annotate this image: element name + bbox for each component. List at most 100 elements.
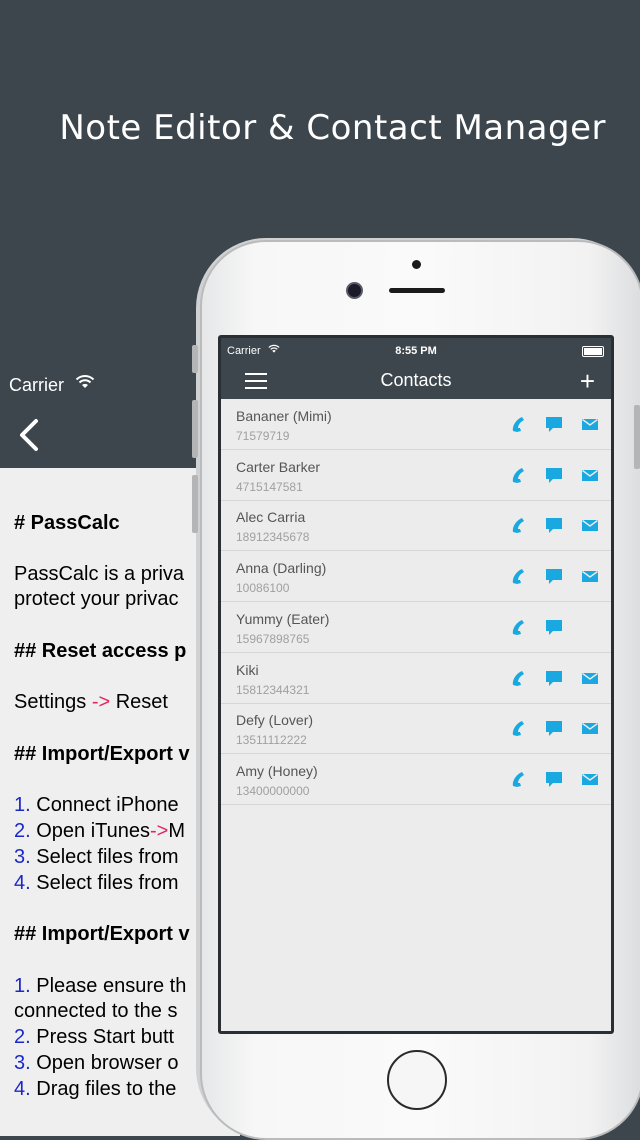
email-icon[interactable] xyxy=(580,718,600,738)
contact-phone: 4715147581 xyxy=(236,479,303,494)
editor-text-span: Connect iPhone xyxy=(30,794,179,816)
editor-line: # PassCalc xyxy=(14,510,120,536)
email-icon[interactable] xyxy=(580,515,600,535)
editor-text-span: connected to the s xyxy=(14,1000,178,1022)
message-icon[interactable] xyxy=(544,718,564,738)
editor-text-span: PassCalc is a priva xyxy=(14,563,185,585)
editor-text-span: Reset xyxy=(110,691,168,713)
editor-line: 4. Select files from xyxy=(14,870,179,896)
contact-row[interactable]: Carter Barker 4715147581 xyxy=(221,450,611,501)
message-icon[interactable] xyxy=(544,515,564,535)
email-icon[interactable] xyxy=(580,566,600,586)
editor-line: 1. Please ensure th xyxy=(14,973,186,999)
editor-text-span: 3. xyxy=(14,1052,31,1074)
editor-text-span: Open browser o xyxy=(30,1052,179,1074)
volume-up-button xyxy=(192,400,198,458)
contact-name: Bananer (Mimi) xyxy=(236,408,332,424)
clock: 8:55 PM xyxy=(395,345,437,357)
headline: Note Editor & Contact Manager xyxy=(59,108,606,148)
editor-text-span: 4. xyxy=(14,872,31,894)
editor-line: ## Import/Export v xyxy=(14,921,190,947)
contact-name: Anna (Darling) xyxy=(236,560,327,577)
call-icon[interactable] xyxy=(509,617,529,637)
contact-phone: 71579719 xyxy=(236,429,290,443)
editor-text-span: # PassCalc xyxy=(14,512,120,534)
contact-list: Bananer (Mimi) 71579719 Carter Barker 47151… xyxy=(221,399,611,1031)
editor-text-span: -> xyxy=(91,691,111,713)
contact-phone: 13400000000 xyxy=(236,783,310,798)
contact-row[interactable]: Kiki 15812344321 xyxy=(221,653,611,704)
message-icon[interactable] xyxy=(544,566,564,586)
editor-text-span: Press Start butt xyxy=(30,1026,175,1048)
email-icon[interactable] xyxy=(580,465,600,485)
message-icon[interactable] xyxy=(544,769,564,789)
editor-text-span: 3. xyxy=(14,846,31,868)
contact-row[interactable]: Amy (Honey) 13400000000 xyxy=(221,754,611,805)
editor-line: protect your privac xyxy=(14,586,179,612)
editor-text-span: Drag files to the xyxy=(30,1078,177,1100)
contact-row[interactable]: Yummy (Eater) 15967898765 xyxy=(221,602,611,653)
contact-name: Carter Barker xyxy=(236,458,321,475)
contact-row[interactable]: Defy (Lover) 13511112222 xyxy=(221,703,611,755)
page-title: Contacts xyxy=(380,370,452,390)
back-carrier-label: Carrier xyxy=(9,375,65,395)
contacts-screen: Carrier 8:55 PM Contacts + Bananer (Mimi… xyxy=(218,335,614,1034)
call-icon[interactable] xyxy=(509,566,529,586)
volume-down-button xyxy=(192,475,198,533)
add-contact-button[interactable]: + xyxy=(580,368,595,394)
contact-row[interactable]: Bananer (Mimi) 71579719 xyxy=(221,399,611,450)
editor-line: ## Reset access p xyxy=(14,638,186,664)
editor-text-span: ## Import/Export v xyxy=(14,743,190,765)
editor-line: connected to the s xyxy=(14,998,177,1024)
editor-text-span: Select files from xyxy=(30,846,179,868)
message-icon[interactable] xyxy=(544,617,564,637)
contact-row[interactable]: Anna (Darling) 10086100 xyxy=(221,551,611,603)
editor-line: 3. Open browser o xyxy=(14,1050,179,1076)
message-icon[interactable] xyxy=(544,414,564,434)
editor-text-span: ## Reset access p xyxy=(14,640,187,662)
editor-line: 3. Select files from xyxy=(14,844,179,870)
email-icon[interactable] xyxy=(580,414,600,434)
editor-text-span: Select files from xyxy=(30,872,179,894)
contact-name: Defy (Lover) xyxy=(236,712,314,729)
call-icon[interactable] xyxy=(509,465,529,485)
earpiece-speaker xyxy=(389,288,445,293)
call-icon[interactable] xyxy=(509,414,529,434)
contact-row[interactable]: Alec Carria 18912345678 xyxy=(221,500,611,552)
power-button xyxy=(634,405,640,469)
editor-text-span: ## Import/Export v xyxy=(14,923,190,945)
message-icon[interactable] xyxy=(544,668,564,688)
editor-line: 1. Connect iPhone xyxy=(14,792,179,818)
editor-line: Settings -> Reset xyxy=(14,689,168,715)
editor-line: ## Import/Export v xyxy=(14,741,190,767)
side-button xyxy=(192,345,198,373)
back-chevron-icon[interactable] xyxy=(16,417,42,453)
editor-text-span: 1. xyxy=(14,794,31,816)
wifi-icon xyxy=(75,375,95,388)
message-icon[interactable] xyxy=(544,465,564,485)
editor-text-span: protect your privac xyxy=(14,588,179,610)
call-icon[interactable] xyxy=(509,718,529,738)
contact-phone: 18912345678 xyxy=(236,530,310,545)
call-icon[interactable] xyxy=(509,515,529,535)
contact-phone: 15967898765 xyxy=(236,631,310,646)
call-icon[interactable] xyxy=(509,668,529,688)
email-icon[interactable] xyxy=(580,668,600,688)
editor-line: PassCalc is a priva xyxy=(14,561,184,587)
status-bar: Carrier 8:55 PM xyxy=(221,338,611,364)
battery-icon xyxy=(582,346,604,357)
editor-text-span: 1. xyxy=(14,975,31,997)
editor-text-span: Settings xyxy=(14,691,92,713)
email-icon[interactable] xyxy=(580,769,600,789)
call-icon[interactable] xyxy=(509,769,529,789)
editor-text-span: Please ensure th xyxy=(30,975,187,997)
editor-text-span: 4. xyxy=(14,1078,31,1100)
nav-bar: Contacts + xyxy=(221,364,611,399)
editor-line: 4. Drag files to the xyxy=(14,1076,176,1102)
editor-text-span: 2. xyxy=(14,1026,31,1048)
contact-name: Amy (Honey) xyxy=(236,762,318,779)
contact-phone: 10086100 xyxy=(236,581,290,596)
sensor-dot xyxy=(412,260,421,269)
home-button[interactable] xyxy=(387,1050,447,1110)
editor-text-span: M xyxy=(168,820,186,842)
